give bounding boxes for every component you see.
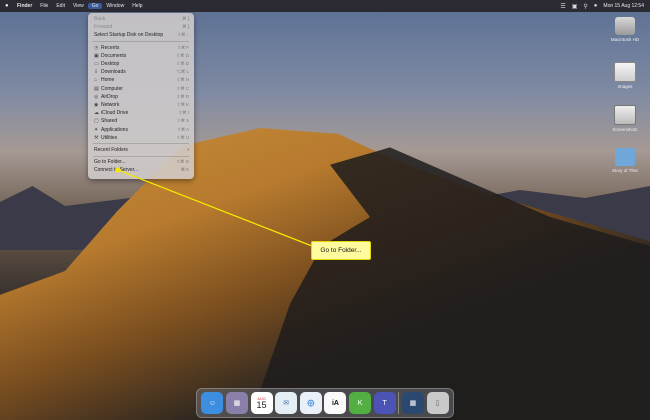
go-to-folder-callout: Go to Folder... bbox=[311, 241, 371, 260]
callout-pointer-line bbox=[115, 167, 313, 247]
